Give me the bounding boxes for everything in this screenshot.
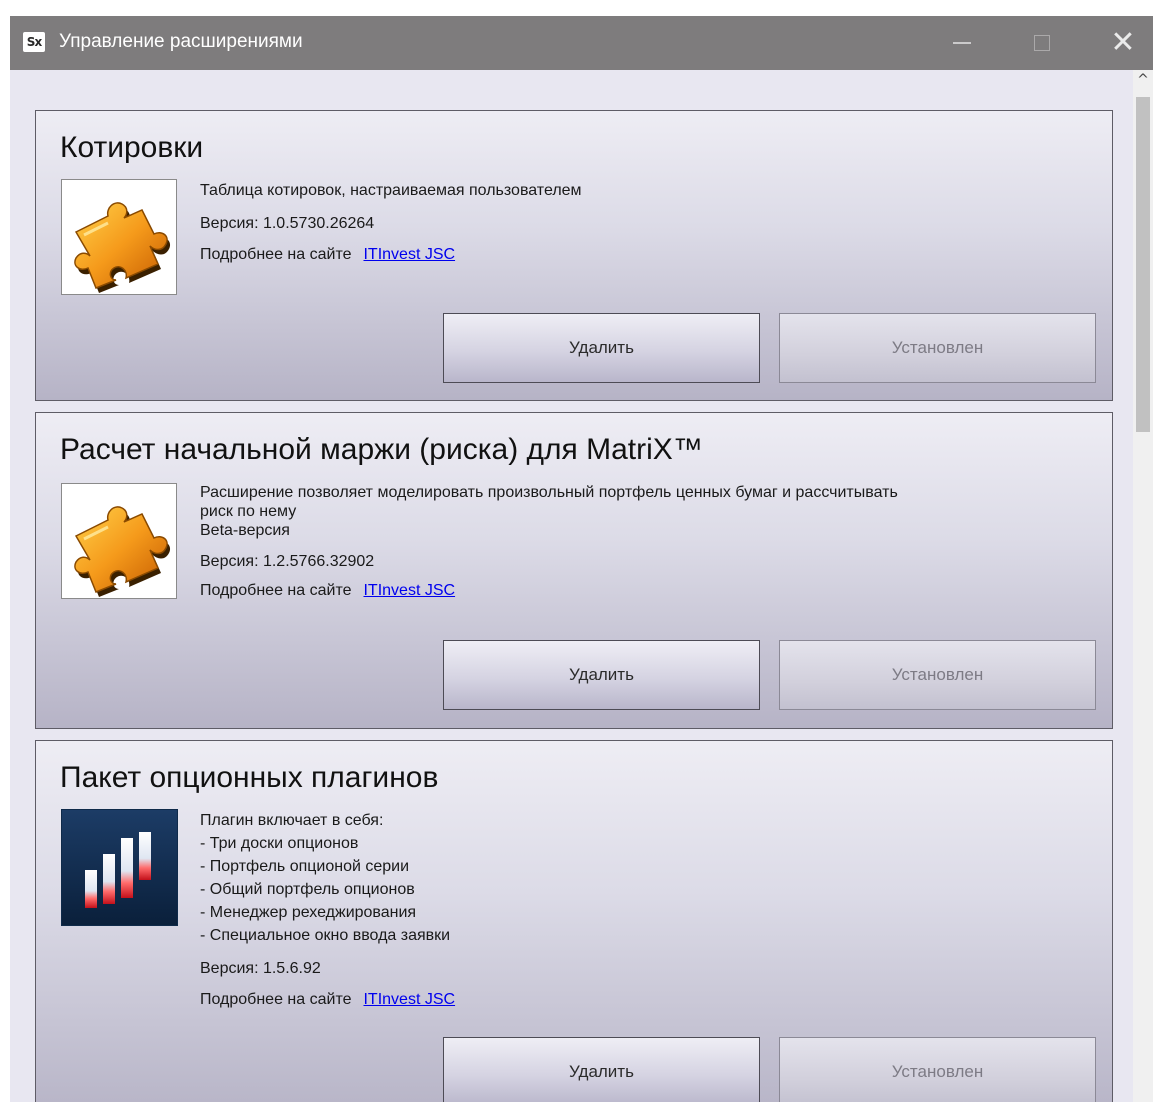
more-info-label: Подробнее на сайте [200,991,352,1008]
extension-description: - Общий портфель опционов [200,881,415,898]
extension-description: - Специальное окно ввода заявки [200,927,451,944]
title-bar[interactable]: Sx Управление расширениями ✕ [10,16,1153,70]
extension-description: Beta-версия [200,522,290,539]
installed-button: Установлен [779,640,1096,710]
extension-version: Версия: 1.0.5730.26264 [200,215,375,232]
extension-description: - Три доски опционов [200,835,359,852]
scroll-thumb[interactable] [1136,97,1150,432]
extension-version: Версия: 1.2.5766.32902 [200,553,375,570]
extension-details: Таблица котировок, настраиваемая пользов… [200,179,1080,266]
website-link[interactable]: ITInvest JSC [363,991,455,1008]
more-info-row: Подробнее на сайте ITInvest JSC [200,988,1080,1011]
extensions-list: Котировки Таблица котировок, настраиваем… [10,70,1153,1102]
app-logo-icon: Sx [23,32,45,52]
extension-version: Версия: 1.5.6.92 [200,960,321,977]
scroll-up-icon[interactable]: ^ [1133,72,1153,94]
remove-button[interactable]: Удалить [443,1037,760,1102]
remove-button[interactable]: Удалить [443,640,760,710]
extension-details: Плагин включает в себя: - Три доски опци… [200,809,1080,1011]
more-info-row: Подробнее на сайте ITInvest JSC [200,579,1080,602]
website-link[interactable]: ITInvest JSC [363,246,455,263]
extension-description: Плагин включает в себя: [200,812,384,829]
remove-button[interactable]: Удалить [443,313,760,383]
minimize-button[interactable] [932,16,992,70]
extension-title: Котировки [60,131,204,164]
vertical-scrollbar[interactable]: ^ [1133,70,1153,1102]
extension-details: Расширение позволяет моделировать произв… [200,483,1080,602]
window-title: Управление расширениями [59,31,303,52]
installed-button: Установлен [779,313,1096,383]
puzzle-icon [61,179,177,295]
extension-description: риск по нему [200,503,297,520]
extension-title: Пакет опционных плагинов [60,761,439,794]
maximize-icon [1034,35,1050,51]
extension-description: Таблица котировок, настраиваемая пользов… [200,182,582,199]
extension-description: - Менеджер рехеджирования [200,904,417,921]
extensions-window: Sx Управление расширениями ✕ Котировки Т… [10,16,1153,1102]
installed-button: Установлен [779,1037,1096,1102]
website-link[interactable]: ITInvest JSC [363,582,455,599]
more-info-row: Подробнее на сайте ITInvest JSC [200,243,1080,266]
close-button[interactable]: ✕ [1093,16,1153,70]
maximize-button[interactable] [1012,16,1072,70]
bar-chart-icon [61,809,178,926]
extension-title: Расчет начальной маржи (риска) для Matri… [60,433,703,466]
more-info-label: Подробнее на сайте [200,582,352,599]
extension-card: Котировки Таблица котировок, настраиваем… [35,110,1113,401]
minimize-icon [953,42,971,44]
extension-description: Расширение позволяет моделировать произв… [200,484,898,501]
more-info-label: Подробнее на сайте [200,246,352,263]
close-icon: ✕ [1110,25,1136,60]
puzzle-icon [61,483,177,599]
extension-card: Пакет опционных плагинов Плагин включает… [35,740,1113,1102]
extension-description: - Портфель опционой серии [200,858,410,875]
extension-card: Расчет начальной маржи (риска) для Matri… [35,412,1113,729]
